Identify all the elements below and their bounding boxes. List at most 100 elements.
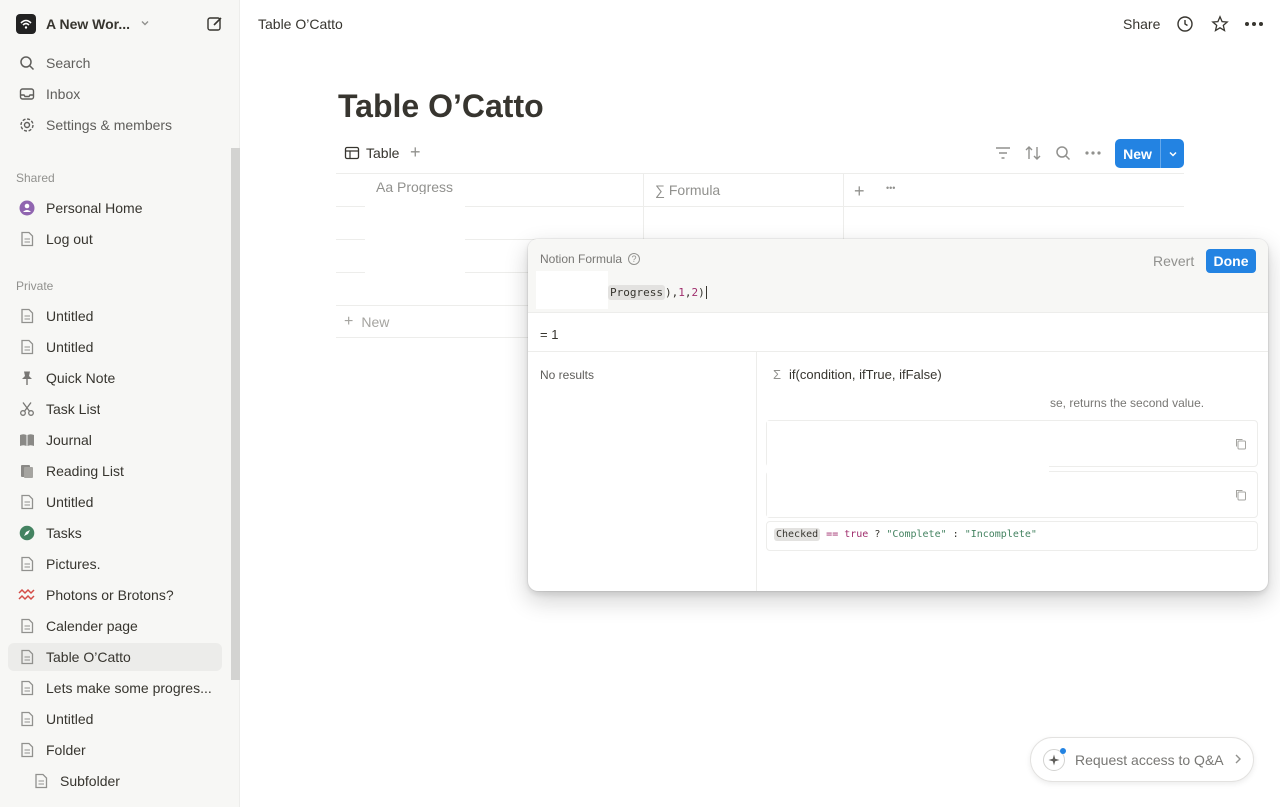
- sidebar-item-label: Untitled: [46, 308, 94, 324]
- search-icon[interactable]: [1053, 143, 1073, 163]
- new-page-icon[interactable]: [206, 15, 224, 33]
- request-qa-button[interactable]: Request access to Q&A: [1030, 737, 1254, 782]
- plus-icon: +: [344, 313, 354, 330]
- sidebar-item-label: Journal: [46, 432, 92, 448]
- formula-editor-title: Notion Formula ?: [540, 252, 641, 266]
- copy-icon[interactable]: [1235, 489, 1247, 501]
- property-token: Checked: [774, 528, 821, 541]
- sidebar-item-tasks[interactable]: Tasks: [8, 519, 222, 547]
- page-icon: [18, 493, 36, 511]
- star-icon[interactable]: [1210, 14, 1230, 34]
- property-token: Progress: [608, 285, 665, 300]
- sort-icon[interactable]: [1023, 143, 1043, 163]
- sidebar-item-inbox[interactable]: Inbox: [8, 80, 222, 108]
- table-icon: [344, 145, 360, 161]
- sidebar-item-search[interactable]: Search: [8, 49, 222, 77]
- sidebar-item-reading-list[interactable]: Reading List: [8, 457, 222, 485]
- history-icon[interactable]: [1175, 14, 1195, 34]
- text-cursor: [705, 286, 707, 299]
- page-icon: [18, 679, 36, 697]
- page-icon: [18, 338, 36, 356]
- sidebar-item-label: Folder: [46, 742, 86, 758]
- column-header-label: ∑ Formula: [655, 182, 721, 198]
- sidebar-item-label: Lets make some progres...: [46, 680, 212, 696]
- sidebar-item-label: Photons or Brotons?: [46, 587, 174, 603]
- search-icon: [18, 54, 36, 72]
- sidebar-item-table-ocatto[interactable]: Table O’Catto: [8, 643, 222, 671]
- request-qa-label: Request access to Q&A: [1075, 751, 1224, 768]
- new-button[interactable]: New: [1115, 139, 1184, 168]
- sidebar-item-label: Pictures.: [46, 556, 101, 572]
- sidebar: A New Wor... Search Inbox Settings & mem…: [0, 0, 240, 807]
- sidebar-item-settings[interactable]: Settings & members: [8, 111, 222, 139]
- add-view-icon[interactable]: +: [410, 142, 421, 163]
- page-icon: [18, 741, 36, 759]
- code-keyword: true: [844, 529, 869, 540]
- page-icon: [18, 617, 36, 635]
- breadcrumb[interactable]: Table O’Catto: [258, 16, 343, 32]
- books-icon: [18, 462, 36, 480]
- sidebar-item-task-list[interactable]: Task List: [8, 395, 222, 423]
- sidebar-item-label: Inbox: [46, 86, 81, 102]
- function-signature: Σ if(condition, ifTrue, ifFalse): [773, 367, 942, 382]
- sidebar-item-label: Search: [46, 55, 91, 71]
- sidebar-item-untitled[interactable]: Untitled: [8, 488, 222, 516]
- formula-input-mask: [536, 271, 608, 309]
- sidebar-item-untitled[interactable]: Untitled: [8, 302, 222, 330]
- scissors-icon: [18, 400, 36, 418]
- code-number: 1: [678, 286, 685, 299]
- sidebar-item-subfolder[interactable]: Subfolder: [22, 767, 222, 795]
- workspace-logo-icon: [16, 14, 36, 34]
- formula-editor-label: Notion Formula: [540, 252, 623, 266]
- sidebar-item-personal-home[interactable]: Personal Home: [8, 194, 222, 222]
- workspace-switcher[interactable]: A New Wor...: [8, 8, 232, 40]
- column-header-formula[interactable]: ∑ Formula: [655, 182, 720, 198]
- add-row-button[interactable]: + New: [344, 313, 389, 331]
- share-button[interactable]: Share: [1123, 16, 1160, 32]
- divider: [528, 351, 1268, 352]
- more-options-icon[interactable]: [1083, 143, 1103, 163]
- sidebar-item-label: Subfolder: [60, 773, 120, 789]
- sidebar-item-label: Untitled: [46, 339, 94, 355]
- formula-input[interactable]: Progress ), 1 , 2 ): [608, 285, 707, 300]
- done-button[interactable]: Done: [1206, 249, 1256, 273]
- sidebar-item-photons[interactable]: Photons or Brotons?: [8, 581, 222, 609]
- revert-button[interactable]: Revert: [1153, 253, 1194, 269]
- tab-label: Table: [366, 145, 400, 161]
- code-string: "Complete": [886, 529, 947, 540]
- sidebar-item-calender-page[interactable]: Calender page: [8, 612, 222, 640]
- page-icon: [18, 555, 36, 573]
- chevron-down-icon[interactable]: [1161, 139, 1184, 168]
- table-border-top: [336, 173, 1184, 174]
- copy-icon[interactable]: [1235, 438, 1247, 450]
- code-text: :: [946, 529, 965, 540]
- book-icon: [18, 431, 36, 449]
- sidebar-item-log-out[interactable]: Log out: [8, 225, 222, 253]
- more-icon[interactable]: [1244, 14, 1264, 34]
- formula-result: = 1: [540, 327, 559, 342]
- tab-table[interactable]: Table: [338, 140, 399, 166]
- sidebar-item-untitled[interactable]: Untitled: [8, 333, 222, 361]
- code-string: "Incomplete": [964, 529, 1037, 540]
- filter-icon[interactable]: [993, 143, 1013, 163]
- sidebar-item-quick-note[interactable]: Quick Note: [8, 364, 222, 392]
- sidebar-item-pictures[interactable]: Pictures.: [8, 550, 222, 578]
- sparkle-icon: [1043, 747, 1066, 771]
- help-icon[interactable]: ?: [628, 253, 641, 265]
- column-more-button[interactable]: •••: [886, 183, 895, 193]
- sidebar-item-lets-make-progress[interactable]: Lets make some progres...: [8, 674, 222, 702]
- add-column-button[interactable]: +: [854, 181, 865, 202]
- sidebar-item-journal[interactable]: Journal: [8, 426, 222, 454]
- sidebar-scrollbar[interactable]: [231, 148, 240, 680]
- code-text: ,: [684, 286, 692, 299]
- column-header-progress[interactable]: Aa Progress: [376, 180, 453, 194]
- page-title[interactable]: Table O’Catto: [338, 88, 544, 125]
- chevron-down-icon[interactable]: [140, 17, 150, 31]
- sidebar-item-folder[interactable]: Folder: [8, 736, 222, 764]
- sidebar-item-untitled[interactable]: Untitled: [8, 705, 222, 733]
- sidebar-item-label: Untitled: [46, 494, 94, 510]
- sidebar-item-label: Log out: [46, 231, 93, 247]
- sidebar-item-label: Calender page: [46, 618, 138, 634]
- new-button-label[interactable]: New: [1115, 139, 1161, 168]
- compass-icon: [18, 524, 36, 542]
